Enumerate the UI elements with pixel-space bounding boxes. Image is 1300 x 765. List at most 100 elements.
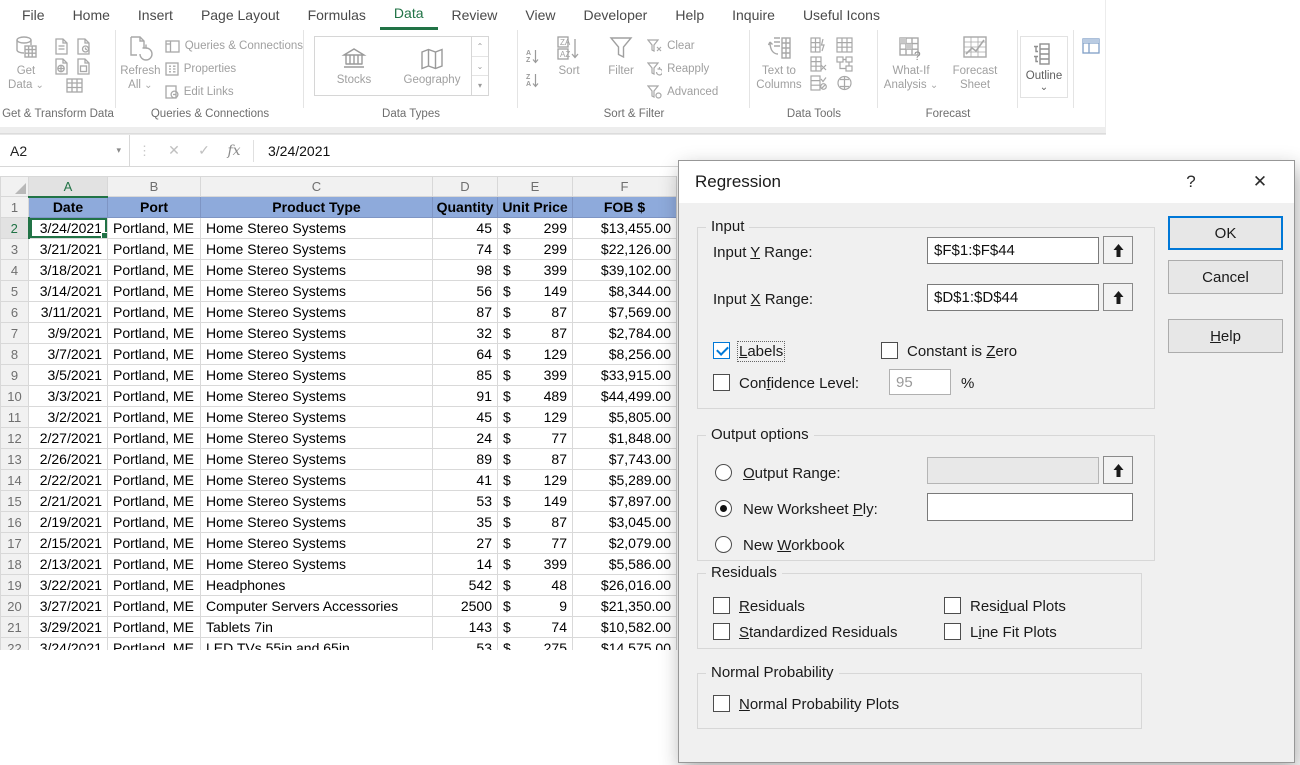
cell-E18[interactable]: $399 [498,554,573,575]
cell-A20[interactable]: 3/27/2021 [29,596,108,617]
output-range-picker-button[interactable] [1103,456,1133,484]
row-header-12[interactable]: 12 [1,428,29,449]
normal-probability-plots-label[interactable]: Normal Probability Plots [739,696,899,713]
standardized-residuals-checkbox[interactable] [713,623,730,640]
cell-A12[interactable]: 2/27/2021 [29,428,108,449]
labels-checkbox[interactable] [713,342,730,359]
cell-B21[interactable]: Portland, ME [108,617,201,638]
data-table-icon[interactable] [66,78,83,93]
cell-B12[interactable]: Portland, ME [108,428,201,449]
cell-D5[interactable]: 56 [433,281,498,302]
column-header-E[interactable]: E [498,177,573,197]
cell-D6[interactable]: 87 [433,302,498,323]
filter-button[interactable]: Filter [595,30,647,78]
cell-D21[interactable]: 143 [433,617,498,638]
gallery-more-button[interactable]: ▾ [472,76,488,95]
from-table-range-icon[interactable] [76,58,94,75]
column-header-A[interactable]: A [29,177,108,197]
cell-C21[interactable]: Tablets 7in [201,617,433,638]
residual-plots-label[interactable]: Residual Plots [970,598,1066,615]
gallery-scroll-down[interactable]: ⌄ [472,57,488,77]
cell-D15[interactable]: 53 [433,491,498,512]
cell-A13[interactable]: 2/26/2021 [29,449,108,470]
cell-E7[interactable]: $87 [498,323,573,344]
new-worksheet-ply-label[interactable]: New Worksheet Ply: [743,501,878,518]
cell-F18[interactable]: $5,586.00 [573,554,677,575]
cell-E22[interactable]: $275 [498,638,573,651]
cell-D9[interactable]: 85 [433,365,498,386]
cell-F10[interactable]: $44,499.00 [573,386,677,407]
cell-A8[interactable]: 3/7/2021 [29,344,108,365]
cell-D10[interactable]: 91 [433,386,498,407]
cell-C10[interactable]: Home Stereo Systems [201,386,433,407]
row-header-4[interactable]: 4 [1,260,29,281]
cell-D19[interactable]: 542 [433,575,498,596]
cell-A18[interactable]: 2/13/2021 [29,554,108,575]
cell-A21[interactable]: 3/29/2021 [29,617,108,638]
relationships-icon[interactable] [836,56,858,72]
tab-review[interactable]: Review [438,0,512,30]
cell-B5[interactable]: Portland, ME [108,281,201,302]
new-worksheet-ply-radio[interactable] [715,500,732,517]
tab-view[interactable]: View [511,0,569,30]
cell-F5[interactable]: $8,344.00 [573,281,677,302]
row-header-11[interactable]: 11 [1,407,29,428]
cell-F4[interactable]: $39,102.00 [573,260,677,281]
input-x-range-picker-button[interactable] [1103,283,1133,311]
tab-file[interactable]: File [8,0,59,30]
row-header-2[interactable]: 2 [1,218,29,239]
cell-C22[interactable]: LED TVs 55in and 65in [201,638,433,651]
tab-data[interactable]: Data [380,0,438,30]
input-y-range-field[interactable] [927,237,1099,264]
tab-inquire[interactable]: Inquire [718,0,789,30]
geography-button[interactable]: Geography [393,37,471,95]
cell-D22[interactable]: 53 [433,638,498,651]
cell-E21[interactable]: $74 [498,617,573,638]
cell-B18[interactable]: Portland, ME [108,554,201,575]
row-header-20[interactable]: 20 [1,596,29,617]
cell-C11[interactable]: Home Stereo Systems [201,407,433,428]
confirm-entry-button[interactable]: ✓ [189,142,219,159]
outline-button[interactable]: Outline ⌄ [1020,36,1068,98]
cell-F3[interactable]: $22,126.00 [573,239,677,260]
cell-E12[interactable]: $77 [498,428,573,449]
cell-A6[interactable]: 3/11/2021 [29,302,108,323]
cell-C3[interactable]: Home Stereo Systems [201,239,433,260]
cell-A3[interactable]: 3/21/2021 [29,239,108,260]
flash-fill-icon[interactable] [810,37,832,53]
data-pane-icon[interactable] [1082,38,1100,54]
residuals-label[interactable]: Residuals [739,598,805,615]
cell-E10[interactable]: $489 [498,386,573,407]
cell-C17[interactable]: Home Stereo Systems [201,533,433,554]
cell-A14[interactable]: 2/22/2021 [29,470,108,491]
new-worksheet-ply-field[interactable] [927,493,1133,521]
cell-A9[interactable]: 3/5/2021 [29,365,108,386]
row-header-1[interactable]: 1 [1,197,29,218]
help-button[interactable]: Help [1168,319,1283,353]
header-cell-A1[interactable]: Date [29,197,108,218]
constant-is-zero-checkbox[interactable] [881,342,898,359]
cell-B11[interactable]: Portland, ME [108,407,201,428]
cell-A5[interactable]: 3/14/2021 [29,281,108,302]
cell-B10[interactable]: Portland, ME [108,386,201,407]
constant-is-zero-label[interactable]: Constant is Zero [907,343,1017,360]
row-header-10[interactable]: 10 [1,386,29,407]
row-header-19[interactable]: 19 [1,575,29,596]
cell-A7[interactable]: 3/9/2021 [29,323,108,344]
dialog-help-button[interactable]: ? [1178,172,1204,192]
cell-C18[interactable]: Home Stereo Systems [201,554,433,575]
cell-E5[interactable]: $149 [498,281,573,302]
header-cell-B1[interactable]: Port [108,197,201,218]
residuals-checkbox[interactable] [713,597,730,614]
cell-E13[interactable]: $87 [498,449,573,470]
cell-D4[interactable]: 98 [433,260,498,281]
row-header-18[interactable]: 18 [1,554,29,575]
properties-button[interactable]: Properties [165,59,303,80]
cell-D20[interactable]: 2500 [433,596,498,617]
from-text-csv-icon[interactable] [54,38,72,55]
recent-sources-icon[interactable] [76,38,94,55]
confidence-level-field[interactable] [889,369,951,395]
input-x-range-field[interactable] [927,284,1099,311]
cell-A17[interactable]: 2/15/2021 [29,533,108,554]
sort-button[interactable]: ZAAZ Sort [543,30,595,78]
